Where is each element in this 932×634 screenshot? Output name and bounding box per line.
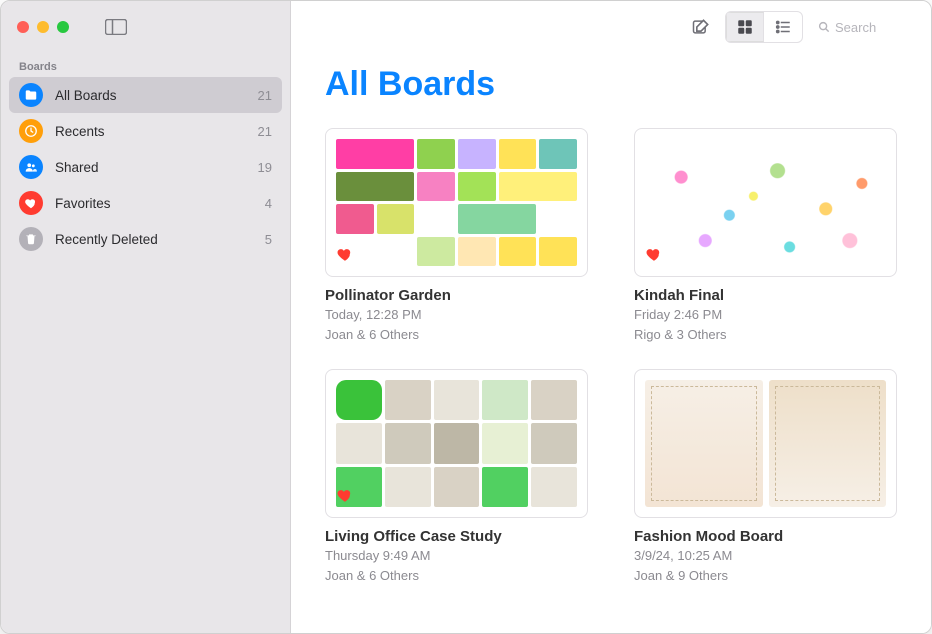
minimize-icon[interactable] xyxy=(37,21,49,33)
favorite-badge xyxy=(336,486,354,509)
board-title: Living Office Case Study xyxy=(325,528,588,545)
board-card[interactable]: Kindah Final Friday 2:46 PM Rigo & 3 Oth… xyxy=(634,128,897,343)
heart-icon xyxy=(19,191,43,215)
board-timestamp: Thursday 9:49 AM xyxy=(325,547,588,565)
sidebar: Boards All Boards 21 Recents 21 S xyxy=(1,1,291,633)
sidebar-icon xyxy=(105,19,127,35)
list-icon xyxy=(774,18,792,36)
search-field[interactable] xyxy=(817,20,917,35)
sidebar-item-count: 4 xyxy=(265,196,272,211)
new-board-button[interactable] xyxy=(683,12,719,42)
board-timestamp: Friday 2:46 PM xyxy=(634,306,897,324)
board-thumbnail xyxy=(325,369,588,518)
maximize-icon[interactable] xyxy=(57,21,69,33)
trash-icon xyxy=(19,227,43,251)
board-card[interactable]: Fashion Mood Board 3/9/24, 10:25 AM Joan… xyxy=(634,369,897,584)
thumbnail-art xyxy=(645,380,886,507)
board-title: Fashion Mood Board xyxy=(634,528,897,545)
window-controls xyxy=(17,21,69,33)
app-window: Boards All Boards 21 Recents 21 S xyxy=(0,0,932,634)
favorite-badge xyxy=(336,245,354,268)
sidebar-section-header: Boards xyxy=(1,53,290,77)
content-area: All Boards Pol xyxy=(291,53,931,633)
close-icon[interactable] xyxy=(17,21,29,33)
sidebar-item-shared[interactable]: Shared 19 xyxy=(9,149,282,185)
list-view-button[interactable] xyxy=(764,12,802,42)
board-timestamp: Today, 12:28 PM xyxy=(325,306,588,324)
thumbnail-art xyxy=(336,139,577,266)
sidebar-item-count: 5 xyxy=(265,232,272,247)
sidebar-list: All Boards 21 Recents 21 Shared 19 xyxy=(1,77,290,257)
thumbnail-art xyxy=(645,139,886,266)
view-toggle xyxy=(725,11,803,43)
board-thumbnail xyxy=(634,128,897,277)
board-thumbnail xyxy=(325,128,588,277)
folder-icon xyxy=(19,83,43,107)
favorite-badge xyxy=(645,245,663,268)
boards-grid: Pollinator Garden Today, 12:28 PM Joan &… xyxy=(325,128,897,584)
sidebar-item-count: 21 xyxy=(258,124,272,139)
board-sharing: Rigo & 3 Others xyxy=(634,326,897,344)
compose-icon xyxy=(691,17,711,37)
search-icon xyxy=(817,20,831,34)
sidebar-toggle-button[interactable] xyxy=(105,19,127,35)
board-card[interactable]: Pollinator Garden Today, 12:28 PM Joan &… xyxy=(325,128,588,343)
sidebar-item-favorites[interactable]: Favorites 4 xyxy=(9,185,282,221)
search-input[interactable] xyxy=(835,20,895,35)
board-timestamp: 3/9/24, 10:25 AM xyxy=(634,547,897,565)
sidebar-item-label: Recently Deleted xyxy=(55,232,253,247)
heart-icon xyxy=(336,245,354,263)
grid-icon xyxy=(736,18,754,36)
sidebar-item-recents[interactable]: Recents 21 xyxy=(9,113,282,149)
thumbnail-art xyxy=(336,380,577,507)
sidebar-item-all-boards[interactable]: All Boards 21 xyxy=(9,77,282,113)
board-title: Pollinator Garden xyxy=(325,287,588,304)
board-sharing: Joan & 6 Others xyxy=(325,326,588,344)
page-title: All Boards xyxy=(325,65,897,104)
main-pane: All Boards Pol xyxy=(291,1,931,633)
sidebar-item-label: Shared xyxy=(55,160,246,175)
board-title: Kindah Final xyxy=(634,287,897,304)
board-sharing: Joan & 6 Others xyxy=(325,567,588,585)
board-card[interactable]: Living Office Case Study Thursday 9:49 A… xyxy=(325,369,588,584)
toolbar xyxy=(291,1,931,53)
sidebar-item-recently-deleted[interactable]: Recently Deleted 5 xyxy=(9,221,282,257)
sidebar-item-label: All Boards xyxy=(55,88,246,103)
sidebar-item-count: 21 xyxy=(258,88,272,103)
heart-icon xyxy=(645,245,663,263)
clock-icon xyxy=(19,119,43,143)
board-thumbnail xyxy=(634,369,897,518)
grid-view-button[interactable] xyxy=(726,12,764,42)
board-sharing: Joan & 9 Others xyxy=(634,567,897,585)
heart-icon xyxy=(336,486,354,504)
sidebar-item-count: 19 xyxy=(258,160,272,175)
sidebar-item-label: Recents xyxy=(55,124,246,139)
sidebar-item-label: Favorites xyxy=(55,196,253,211)
titlebar xyxy=(1,1,290,53)
people-icon xyxy=(19,155,43,179)
